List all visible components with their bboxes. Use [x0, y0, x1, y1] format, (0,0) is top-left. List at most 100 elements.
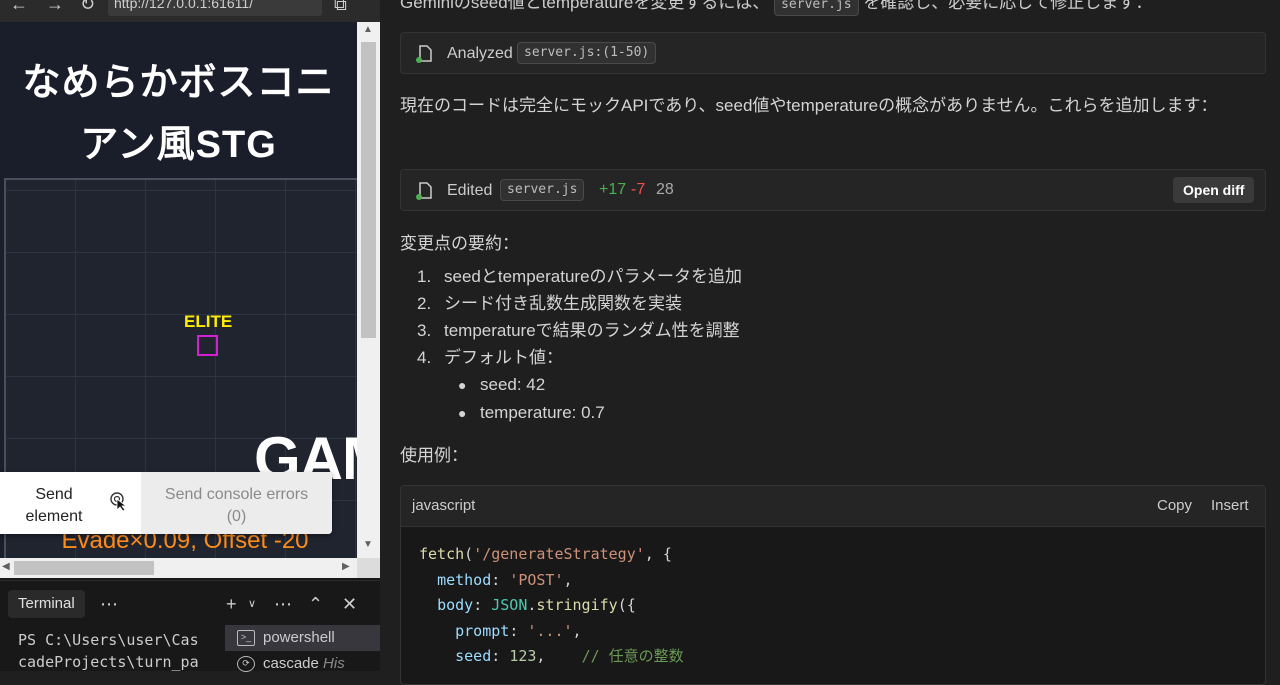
game-title-line2: アン風STG: [80, 124, 277, 166]
code-language: javascript: [412, 497, 476, 514]
enemy-label: ELITE: [184, 312, 233, 331]
chevron-down-icon[interactable]: ∨: [248, 590, 256, 618]
code-block: javascript Copy Insert fetch('/generateS…: [400, 485, 1266, 685]
terminal-output[interactable]: PS C:\Users\user\Cas cadeProjects\turn_pa: [18, 629, 208, 673]
chat-panel: Geminiのseed値とtemperatureを変更するには、 server.…: [392, 0, 1280, 685]
analyzed-card[interactable]: Analyzed server.js:(1-50): [400, 32, 1266, 74]
scroll-up-icon[interactable]: ▲: [363, 24, 373, 35]
terminal-session-list: >_ powershell ⟳ cascade His: [225, 625, 380, 672]
code-token: fetch: [419, 545, 465, 563]
code-token: 'POST': [509, 570, 564, 589]
code-token: seed: [455, 647, 492, 665]
horizontal-scroll-thumb[interactable]: [14, 561, 154, 575]
diff-deletions: -7: [631, 181, 646, 198]
code-token: // 任意の整数: [581, 647, 684, 665]
maximize-panel-icon[interactable]: ⌃: [308, 590, 323, 618]
file-icon: [416, 182, 432, 200]
usage-heading: 使用例：: [400, 446, 468, 465]
terminal-session-cascade[interactable]: ⟳ cascade His: [225, 651, 380, 677]
terminal-more-icon[interactable]: ⋯: [274, 590, 292, 618]
send-console-errors-button[interactable]: Send console errors (0): [141, 472, 332, 534]
card-verb: Edited: [447, 182, 493, 199]
code-content[interactable]: fetch('/generateStrategy', { method: 'PO…: [419, 542, 684, 670]
scroll-right-icon[interactable]: ▶: [342, 561, 350, 572]
code-token: '/generateStrategy': [473, 545, 645, 563]
code-line: fetch('/generateStrategy', {: [419, 545, 672, 563]
code-token: '...': [527, 621, 573, 640]
code-token: JSON: [491, 596, 528, 614]
bullet-icon: ●: [458, 377, 467, 393]
send-console-label-line2: (0): [226, 508, 247, 525]
session-name: cascade: [263, 655, 319, 672]
arrow-left-icon[interactable]: ←: [10, 0, 28, 15]
card-verb: Analyzed: [447, 45, 513, 62]
browser-toolbar: ← → ↻ http://127.0.0.1:61611/ ⧉: [0, 0, 380, 22]
top-line-text: Geminiのseed値とtemperatureを変更するには、: [400, 0, 770, 12]
new-terminal-icon[interactable]: +: [226, 590, 237, 618]
scroll-down-icon[interactable]: ▼: [363, 539, 373, 550]
list-number: 2.: [417, 294, 432, 313]
pointer-icon: [110, 492, 128, 511]
send-element-label-line1: Send: [35, 486, 73, 503]
list-text: temperatureで結果のランダム性を調整: [444, 321, 740, 340]
vertical-scroll-thumb[interactable]: [361, 42, 376, 338]
enemy-box: [197, 335, 218, 356]
diff-additions: +17: [599, 181, 627, 198]
tab-terminal[interactable]: Terminal: [8, 590, 85, 618]
list-number: 4.: [417, 348, 432, 367]
game-title-line1: なめらかボスコニ: [22, 62, 335, 104]
send-element-button[interactable]: Send element: [0, 472, 140, 534]
open-diff-button[interactable]: Open diff: [1173, 177, 1255, 203]
scrollbar-corner: [357, 558, 380, 578]
list-text: デフォルト値：: [444, 348, 563, 367]
list-text: シード付き乱数生成関数を実装: [444, 294, 682, 313]
send-console-errors-label: Send console errors (0): [141, 484, 332, 528]
browser-preview-panel: ← → ↻ http://127.0.0.1:61611/ ⧉ なめらかボスコニ…: [0, 0, 380, 673]
send-element-label-line2: element: [25, 508, 83, 525]
chat-message-top: Geminiのseed値とtemperatureを変更するには、 server.…: [400, 0, 1152, 16]
code-block-header: javascript Copy Insert: [401, 486, 1265, 527]
copy-button[interactable]: Copy: [1157, 497, 1192, 514]
list-text: temperature: 0.7: [480, 403, 605, 422]
terminal-session-label: powershell: [263, 629, 335, 646]
send-console-label-line1: Send console errors: [164, 486, 309, 503]
insert-button[interactable]: Insert: [1211, 497, 1249, 514]
code-line: method: 'POST',: [437, 570, 573, 589]
open-external-icon[interactable]: ⧉: [334, 0, 347, 15]
bullet-icon: ●: [458, 405, 467, 421]
file-reference[interactable]: server.js:(1-50): [517, 42, 657, 64]
reload-icon[interactable]: ↻: [80, 0, 95, 15]
code-token: 123: [509, 647, 537, 665]
code-token: prompt: [455, 621, 510, 640]
inline-code: server.js: [774, 0, 859, 16]
summary-heading: 変更点の要約：: [400, 234, 519, 253]
list-text: seed: 42: [480, 375, 546, 394]
terminal-icon: >_: [237, 630, 255, 646]
close-icon[interactable]: ✕: [342, 590, 357, 618]
send-element-label: Send element: [10, 484, 98, 528]
list-number: 1.: [417, 267, 432, 286]
list-number: 3.: [417, 321, 432, 340]
terminal-panel: Terminal ⋯ + ∨ ⋯ ⌃ ✕ PS C:\Users\user\Ca…: [0, 580, 380, 673]
edited-card[interactable]: Edited server.js +17 -7 28 Open diff: [400, 169, 1266, 211]
file-icon: [416, 45, 432, 63]
code-line: prompt: '...',: [455, 621, 582, 640]
chat-paragraph: 現在のコードは完全にモックAPIであり、seed値やtemperatureの概念…: [400, 96, 1218, 115]
send-popup: Send element Send console errors (0): [0, 472, 332, 534]
terminal-session-powershell[interactable]: >_ powershell: [225, 625, 380, 651]
code-line: seed: 123, // 任意の整数: [455, 647, 684, 665]
code-token: stringify: [536, 596, 618, 614]
arrow-right-icon[interactable]: →: [46, 0, 64, 15]
file-reference[interactable]: server.js: [500, 179, 585, 201]
terminal-line: PS C:\Users\user\Cas: [18, 631, 199, 649]
code-line: body: JSON.stringify({: [437, 596, 636, 614]
diff-total: 28: [656, 181, 674, 198]
code-token: body: [437, 596, 474, 614]
terminal-session-label: cascade His: [263, 651, 345, 677]
horizontal-scrollbar[interactable]: ◀ ▶: [0, 558, 357, 578]
more-icon[interactable]: ⋯: [100, 590, 118, 618]
scroll-left-icon[interactable]: ◀: [2, 561, 10, 572]
url-input[interactable]: http://127.0.0.1:61611/: [108, 0, 322, 16]
vertical-scrollbar[interactable]: ▲ ▼: [357, 22, 380, 558]
game-title: なめらかボスコニ アン風STG: [0, 52, 357, 176]
